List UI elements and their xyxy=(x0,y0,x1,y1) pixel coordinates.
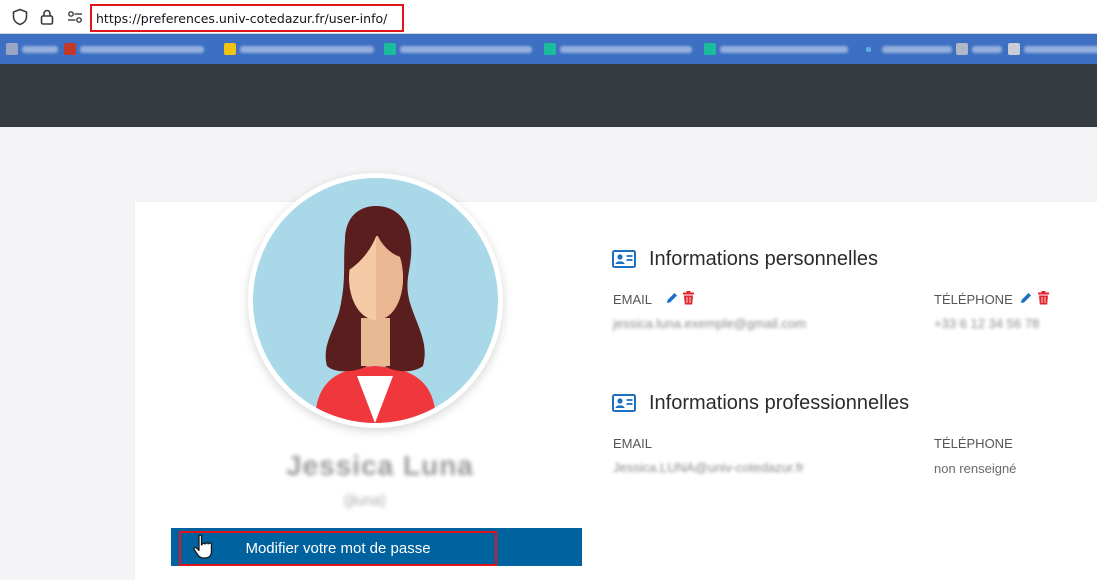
url-text[interactable]: https://preferences.univ-cotedazur.fr/us… xyxy=(96,11,387,26)
person-illustration-icon xyxy=(315,206,436,423)
bookmark-favicon xyxy=(956,43,968,55)
app-header xyxy=(0,64,1097,127)
professional-phone-label: TÉLÉPHONE xyxy=(934,436,1013,451)
bookmark-favicon xyxy=(224,43,236,55)
hand-cursor-icon xyxy=(193,534,212,559)
shield-icon[interactable] xyxy=(11,8,29,26)
browser-address-bar: https://preferences.univ-cotedazur.fr/us… xyxy=(0,0,1097,34)
user-full-name: Jessica Luna xyxy=(286,450,474,481)
professional-phone-value: non renseigné xyxy=(934,461,1017,476)
change-password-button[interactable]: Modifier votre mot de passe xyxy=(179,531,497,566)
personal-phone-value: +33 6 12 34 56 78 xyxy=(934,316,1040,331)
page: https://preferences.univ-cotedazur.fr/us… xyxy=(0,0,1097,580)
personal-email-label: EMAIL xyxy=(613,292,653,307)
avatar xyxy=(248,173,503,428)
bookmark-favicon xyxy=(866,47,871,52)
bookmarks-bar xyxy=(0,34,1097,64)
bookmark-favicon xyxy=(1008,43,1020,55)
professional-info-title: Informations professionnelles xyxy=(649,392,910,414)
personal-email-value: jessica.luna.exemple@gmail.com xyxy=(613,316,807,331)
bookmark-favicon xyxy=(64,43,76,55)
edit-pencil-icon[interactable] xyxy=(665,291,678,305)
edit-pencil-icon[interactable] xyxy=(1019,291,1032,305)
avatar-illustration xyxy=(253,178,498,423)
lock-icon[interactable] xyxy=(38,8,56,26)
user-username: (jluna) xyxy=(344,492,386,509)
id-card-icon xyxy=(612,394,636,412)
permissions-icon[interactable] xyxy=(66,8,84,26)
delete-trash-icon[interactable] xyxy=(682,291,695,305)
personal-info-title: Informations personnelles xyxy=(649,248,879,270)
bookmark-favicon xyxy=(704,43,716,55)
url-highlight-box[interactable]: https://preferences.univ-cotedazur.fr/us… xyxy=(90,4,404,32)
personal-phone-label: TÉLÉPHONE xyxy=(934,292,1013,307)
professional-email-label: EMAIL xyxy=(613,436,653,451)
bookmark-favicon xyxy=(384,43,396,55)
bookmark-favicon xyxy=(6,43,18,55)
professional-email-value: Jessica.LUNA@univ-cotedazur.fr xyxy=(613,460,804,475)
bookmark-favicon xyxy=(544,43,556,55)
delete-trash-icon[interactable] xyxy=(1037,291,1050,305)
id-card-icon xyxy=(612,250,636,268)
